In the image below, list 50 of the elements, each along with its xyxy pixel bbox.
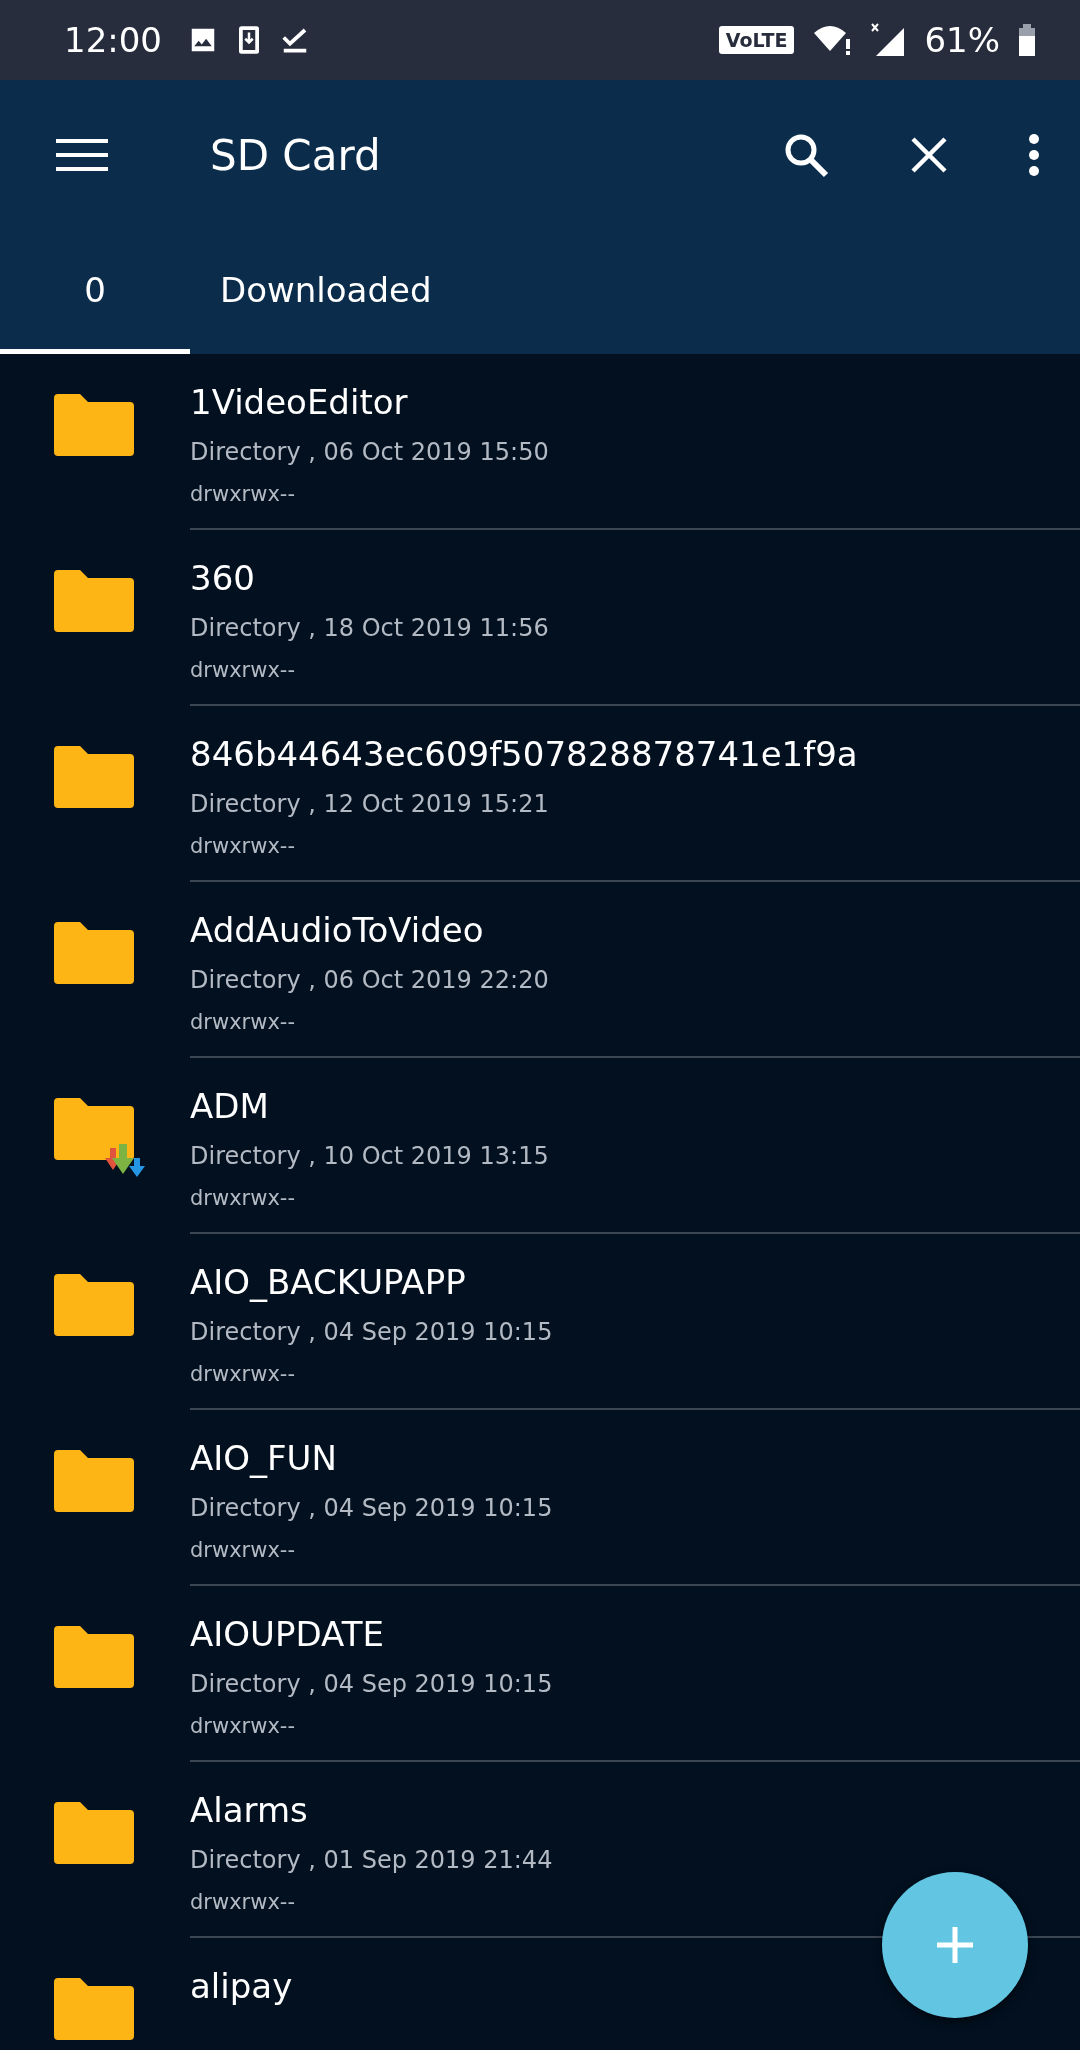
folder-details: Directory , 01 Sep 2019 21:44 bbox=[190, 1846, 554, 1874]
folder-details: Directory , 12 Oct 2019 15:21 bbox=[190, 790, 550, 818]
folder-icon bbox=[54, 1626, 134, 1688]
folder-details: Directory , 04 Sep 2019 10:15 bbox=[190, 1318, 554, 1346]
folder-details: Directory , 04 Sep 2019 10:15 bbox=[190, 1494, 554, 1522]
folder-details: Directory , 04 Sep 2019 10:15 bbox=[190, 1670, 554, 1698]
folder-permissions: drwxrwx-- bbox=[190, 1010, 296, 1034]
folder-permissions: drwxrwx-- bbox=[190, 1362, 296, 1386]
folder-name[interactable]: alipay bbox=[190, 1962, 1080, 2010]
folder-permissions: drwxrwx-- bbox=[190, 1890, 296, 1914]
tab[interactable]: 0 bbox=[0, 230, 190, 354]
folder-icon bbox=[54, 1274, 134, 1336]
folder-permissions: drwxrwx-- bbox=[190, 1714, 296, 1738]
toolbar-title: SD Card bbox=[210, 130, 381, 180]
folder-icon bbox=[54, 394, 134, 456]
signal-icon bbox=[870, 22, 907, 58]
folder-permissions: drwxrwx-- bbox=[190, 1538, 296, 1562]
battery-icon bbox=[1018, 24, 1036, 56]
folder-name[interactable]: AIO_BACKUPAPP bbox=[190, 1258, 1080, 1306]
volte-badge: VoLTE bbox=[718, 26, 795, 54]
folder-permissions: drwxrwx-- bbox=[190, 482, 296, 506]
folder-details: Directory , 06 Oct 2019 22:20 bbox=[190, 966, 550, 994]
folder-icon bbox=[54, 746, 134, 808]
folder-name[interactable]: 846b44643ec609f507828878741e1f9a bbox=[190, 730, 1080, 778]
close-icon bbox=[910, 136, 948, 174]
folder-name[interactable]: AIO_FUN bbox=[190, 1434, 1080, 1482]
folder-name[interactable]: AddAudioToVideo bbox=[190, 906, 1080, 954]
status-time: 12:00 bbox=[64, 20, 162, 60]
folder-permissions: drwxrwx-- bbox=[190, 834, 296, 858]
folder-icon bbox=[54, 570, 134, 632]
folder-name[interactable]: AIOUPDATE bbox=[190, 1610, 1080, 1658]
folder-details: Directory , 18 Oct 2019 11:56 bbox=[190, 614, 550, 642]
more-icon bbox=[1028, 133, 1040, 177]
folder-name[interactable]: 1VideoEditor bbox=[190, 378, 1080, 426]
folder-details: Directory , 06 Oct 2019 15:50 bbox=[190, 438, 550, 466]
tab[interactable]: Downloaded bbox=[190, 230, 462, 354]
folder-icon bbox=[54, 1802, 134, 1864]
folder-icon bbox=[54, 1450, 134, 1512]
folder-icon bbox=[54, 922, 134, 984]
folder-details: Directory , 10 Oct 2019 13:15 bbox=[190, 1142, 550, 1170]
folder-name[interactable]: 360 bbox=[190, 554, 1080, 602]
folder-permissions: drwxrwx-- bbox=[190, 658, 296, 682]
folder-permissions: drwxrwx-- bbox=[190, 1186, 296, 1210]
wifi-icon bbox=[812, 23, 853, 57]
plus-icon bbox=[935, 1925, 975, 1965]
folder-name[interactable]: Alarms bbox=[190, 1786, 1080, 1834]
folder-name[interactable]: ADM bbox=[190, 1082, 1080, 1130]
battery-level: 61% bbox=[924, 20, 1000, 60]
folder-icon bbox=[54, 1978, 134, 2040]
download-icon bbox=[236, 25, 262, 55]
